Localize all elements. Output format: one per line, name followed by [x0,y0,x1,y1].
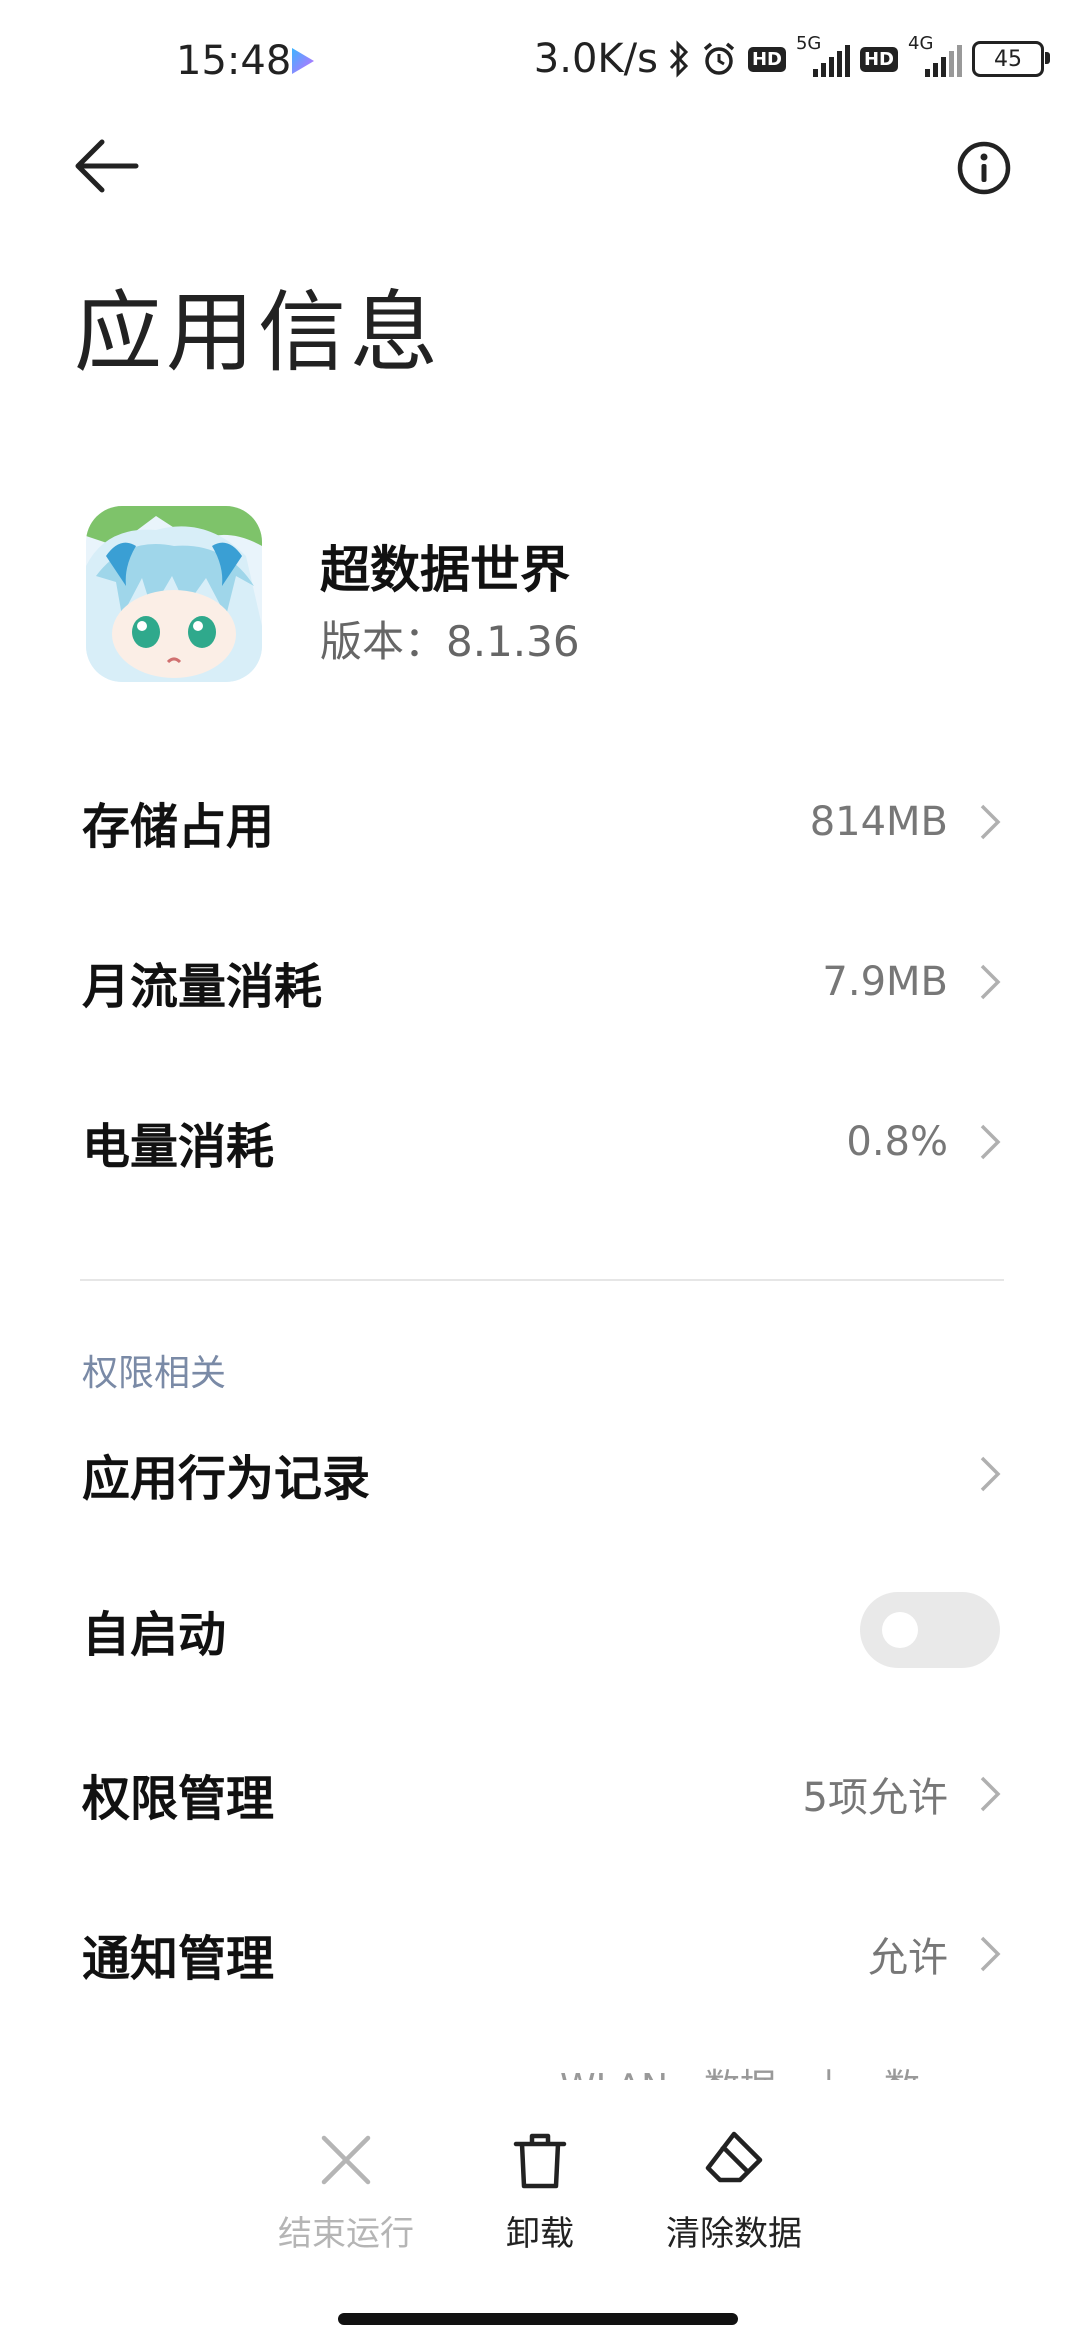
home-indicator[interactable] [338,2313,738,2325]
status-bar: 15:48 3.0K/s HD 5G HD 4G 45 [0,0,1080,120]
net-speed: 3.0K/s [533,36,658,82]
trash-icon [513,2133,567,2189]
hd-badge-1: HD [747,46,786,72]
force-stop-label: 结束运行 [278,2214,414,2254]
alarm-icon [700,40,738,78]
chevron-right-icon [980,964,1001,1000]
row-value: 814MB [809,799,948,845]
storage-row[interactable]: 存储占用 814MB [0,762,1080,882]
chevron-right-icon [980,804,1001,840]
app-name: 超数据世界 [320,541,570,599]
permission-manage-row[interactable]: 权限管理 5项允许 [0,1734,1080,1854]
status-time: 15:48 [176,38,292,84]
row-label: 电量消耗 [82,1119,275,1175]
clear-data-label: 清除数据 [666,2214,802,2254]
page-title: 应用信息 [74,281,443,384]
status-right: 3.0K/s HD 5G HD 4G 45 [533,33,1050,82]
section-title-permissions: 权限相关 [82,1353,227,1394]
chevron-right-icon [980,1124,1001,1160]
chevron-right-icon [980,1776,1001,1812]
row-value: 允许 [868,1935,948,1981]
row-label: 存储占用 [82,799,275,855]
battery-level: 45 [994,46,1022,72]
hd-badge-2: HD [859,46,898,72]
battery-usage-row[interactable]: 电量消耗 0.8% [0,1082,1080,1202]
uninstall-button[interactable]: 卸载 [440,2128,640,2254]
signal-bars-icon [925,45,962,77]
uninstall-label: 卸载 [506,2214,574,2254]
battery-icon: 45 [972,41,1050,77]
app-version: 版本：8.1.36 [320,617,580,666]
bluetooth-icon [668,40,690,78]
clear-data-button[interactable]: 清除数据 [634,2128,834,2254]
row-label: 通知管理 [82,1931,275,1987]
row-value: 5项允许 [802,1775,948,1821]
notification-manage-row[interactable]: 通知管理 允许 [0,1894,1080,2014]
behavior-record-row[interactable]: 应用行为记录 [0,1414,1080,1534]
info-icon[interactable] [956,140,1012,196]
eraser-icon [705,2131,763,2183]
back-arrow-icon[interactable] [72,136,142,196]
app-icon [86,506,262,682]
toggle-knob [882,1612,918,1648]
close-icon [321,2135,371,2185]
autostart-toggle[interactable] [860,1592,1000,1668]
traffic-row[interactable]: 月流量消耗 7.9MB [0,922,1080,1042]
signal-sim1: 5G [796,33,850,79]
force-stop-button[interactable]: 结束运行 [246,2128,446,2254]
divider [80,1279,1004,1281]
row-value: 0.8% [846,1119,948,1165]
signal-bars-icon [812,45,850,77]
signal-sim2: 4G [908,33,962,79]
row-label: 月流量消耗 [82,959,323,1015]
row-label: 权限管理 [82,1771,275,1827]
row-value: 7.9MB [822,959,948,1005]
chevron-right-icon [980,1456,1001,1492]
row-label: 自启动 [82,1607,227,1663]
play-store-icon [292,48,314,74]
chevron-right-icon [980,1936,1001,1972]
row-label: 应用行为记录 [82,1451,371,1507]
